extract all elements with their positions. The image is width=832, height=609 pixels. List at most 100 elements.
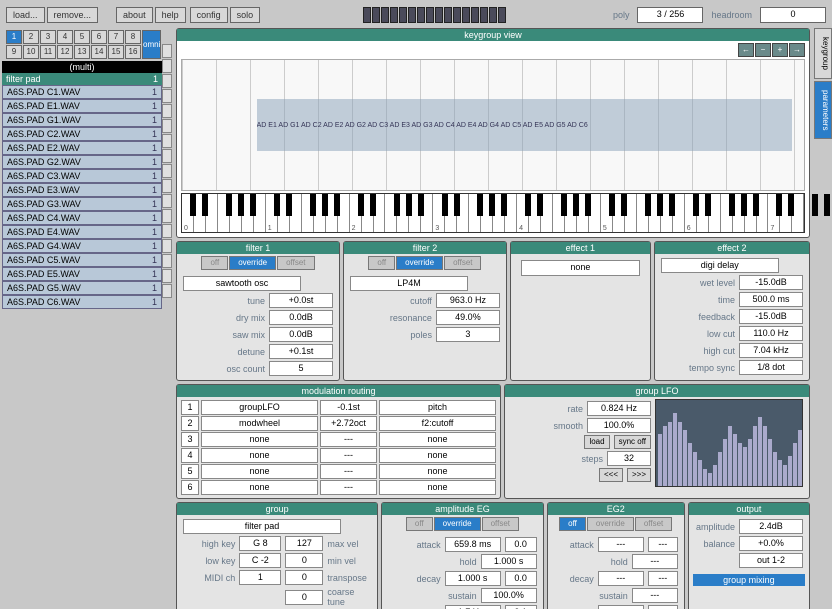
- eg2-off[interactable]: off: [559, 517, 586, 531]
- remove-button[interactable]: remove...: [47, 7, 99, 23]
- f2-resonance[interactable]: 49.0%: [436, 310, 500, 325]
- midi-ch-14[interactable]: 14: [91, 45, 107, 59]
- f2-poles[interactable]: 3: [436, 327, 500, 342]
- mod-amount[interactable]: ---: [320, 464, 377, 479]
- f2-cutoff[interactable]: 963.0 Hz: [436, 293, 500, 308]
- f2-type[interactable]: LP4M: [350, 276, 468, 291]
- mod-source[interactable]: none: [201, 448, 318, 463]
- aeg-release-shape[interactable]: 3.1: [505, 605, 537, 609]
- midi-ch-9[interactable]: 9: [6, 45, 22, 59]
- mod-dest[interactable]: none: [379, 432, 496, 447]
- group-highkey[interactable]: G 8: [239, 536, 281, 551]
- file-item[interactable]: A6S.PAD G1.WAV1: [2, 113, 162, 127]
- lfo-smooth[interactable]: 100.0%: [587, 418, 651, 433]
- group-maxvel[interactable]: 127: [285, 536, 323, 551]
- eg2-hold[interactable]: ---: [632, 554, 678, 569]
- eg2-decay[interactable]: ---: [598, 571, 644, 586]
- eg2-override[interactable]: override: [587, 517, 634, 531]
- effect1-type[interactable]: none: [521, 260, 640, 276]
- file-item[interactable]: A6S.PAD C1.WAV1: [2, 85, 162, 99]
- kg-nav-left[interactable]: ←: [738, 43, 754, 57]
- piano-keyboard[interactable]: [181, 193, 805, 233]
- aeg-attack[interactable]: 659.8 ms: [445, 537, 501, 552]
- out-balance[interactable]: +0.0%: [739, 536, 803, 551]
- e2-time[interactable]: 500.0 ms: [739, 292, 803, 307]
- midi-ch-8[interactable]: 8: [125, 30, 141, 44]
- file-item[interactable]: A6S.PAD C4.WAV1: [2, 211, 162, 225]
- lfo-display[interactable]: [655, 399, 803, 487]
- aeg-override[interactable]: override: [434, 517, 481, 531]
- config-button[interactable]: config: [190, 7, 228, 23]
- file-item[interactable]: A6S.PAD E5.WAV1: [2, 267, 162, 281]
- midi-ch-1[interactable]: 1: [6, 30, 22, 44]
- file-item[interactable]: A6S.PAD E1.WAV1: [2, 99, 162, 113]
- mod-amount[interactable]: ---: [320, 432, 377, 447]
- aeg-offset[interactable]: offset: [482, 517, 519, 531]
- aeg-hold[interactable]: 1.000 s: [481, 554, 537, 569]
- mod-dest[interactable]: pitch: [379, 400, 496, 415]
- f1-detune[interactable]: +0.1st: [269, 344, 333, 359]
- file-item[interactable]: A6S.PAD C3.WAV1: [2, 169, 162, 183]
- tab-parameters[interactable]: parameters: [814, 81, 832, 139]
- midi-ch-13[interactable]: 13: [74, 45, 90, 59]
- f1-drymix[interactable]: 0.0dB: [269, 310, 333, 325]
- aeg-sustain[interactable]: 100.0%: [481, 588, 537, 603]
- f1-offset[interactable]: offset: [277, 256, 314, 270]
- file-item[interactable]: A6S.PAD G5.WAV1: [2, 281, 162, 295]
- aeg-attack-shape[interactable]: 0.0: [505, 537, 537, 552]
- e2-wetlevel[interactable]: -15.0dB: [739, 275, 803, 290]
- midi-ch-6[interactable]: 6: [91, 30, 107, 44]
- lfo-load[interactable]: load: [584, 435, 609, 449]
- mod-dest[interactable]: f2:cutoff: [379, 416, 496, 431]
- f1-tune[interactable]: +0.0st: [269, 293, 333, 308]
- midi-ch-4[interactable]: 4: [57, 30, 73, 44]
- midi-ch-5[interactable]: 5: [74, 30, 90, 44]
- file-item[interactable]: A6S.PAD E3.WAV1: [2, 183, 162, 197]
- eg2-attack[interactable]: ---: [598, 537, 644, 552]
- kg-nav-plus[interactable]: +: [772, 43, 788, 57]
- file-item[interactable]: A6S.PAD C6.WAV1: [2, 295, 162, 309]
- help-button[interactable]: help: [155, 7, 186, 23]
- f1-off[interactable]: off: [201, 256, 228, 270]
- group-midich[interactable]: 1: [239, 570, 281, 585]
- file-item[interactable]: A6S.PAD C5.WAV1: [2, 253, 162, 267]
- midi-ch-16[interactable]: 16: [125, 45, 141, 59]
- f2-override[interactable]: override: [396, 256, 443, 270]
- midi-ch-3[interactable]: 3: [40, 30, 56, 44]
- mod-source[interactable]: none: [201, 480, 318, 495]
- kg-nav-minus[interactable]: −: [755, 43, 771, 57]
- mod-amount[interactable]: ---: [320, 448, 377, 463]
- midi-ch-2[interactable]: 2: [23, 30, 39, 44]
- group-minvel[interactable]: 0: [285, 553, 323, 568]
- mod-dest[interactable]: none: [379, 448, 496, 463]
- mod-source[interactable]: none: [201, 432, 318, 447]
- solo-button[interactable]: solo: [230, 7, 261, 23]
- keygroup-zones[interactable]: AD E1 AD G1 AD C2 AD E2 AD G2 AD C3 AD E…: [257, 99, 792, 151]
- mod-amount[interactable]: -0.1st: [320, 400, 377, 415]
- file-item[interactable]: A6S.PAD G2.WAV1: [2, 155, 162, 169]
- mod-amount[interactable]: +2.72oct: [320, 416, 377, 431]
- e2-highcut[interactable]: 7.04 kHz: [739, 343, 803, 358]
- file-item[interactable]: A6S.PAD C2.WAV1: [2, 127, 162, 141]
- out-channel[interactable]: out 1-2: [739, 553, 803, 568]
- eg2-release[interactable]: ---: [598, 605, 644, 609]
- midi-ch-15[interactable]: 15: [108, 45, 124, 59]
- e2-type[interactable]: digi delay: [661, 258, 779, 273]
- group-lowkey[interactable]: C -2: [239, 553, 281, 568]
- midi-ch-12[interactable]: 12: [57, 45, 73, 59]
- lfo-steps[interactable]: 32: [607, 451, 651, 466]
- mod-dest[interactable]: none: [379, 464, 496, 479]
- file-item[interactable]: A6S.PAD G4.WAV1: [2, 239, 162, 253]
- group-header[interactable]: filter pad1: [2, 73, 162, 85]
- aeg-off[interactable]: off: [406, 517, 433, 531]
- load-button[interactable]: load...: [6, 7, 45, 23]
- lfo-prev[interactable]: <<<: [599, 468, 623, 482]
- f2-offset[interactable]: offset: [444, 256, 481, 270]
- e2-temposync[interactable]: 1/8 dot: [739, 360, 803, 375]
- midi-ch-10[interactable]: 10: [23, 45, 39, 59]
- mod-dest[interactable]: none: [379, 480, 496, 495]
- omni-button[interactable]: omni: [142, 30, 161, 59]
- mod-source[interactable]: none: [201, 464, 318, 479]
- f1-type[interactable]: sawtooth osc: [183, 276, 301, 291]
- f1-osccount[interactable]: 5: [269, 361, 333, 376]
